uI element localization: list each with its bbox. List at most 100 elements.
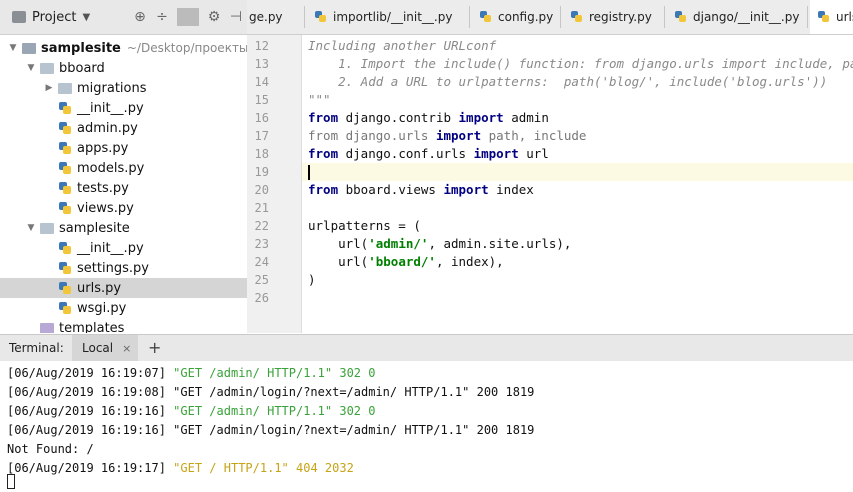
editor-tab[interactable]: django/__init__.py <box>667 0 808 34</box>
python-file-icon <box>58 281 72 295</box>
code-line[interactable]: urlpatterns = ( <box>308 217 421 235</box>
editor-tab-label: django/__init__.py <box>693 10 800 24</box>
chevron-down-icon[interactable]: ▼ <box>82 12 90 23</box>
code-token: bboard.views <box>338 182 444 197</box>
tree-item[interactable]: __init__.py <box>0 98 247 118</box>
add-terminal-icon[interactable]: + <box>148 338 161 357</box>
editor-tab[interactable]: ge.py <box>247 0 305 34</box>
terminal-text: "GET /admin/ HTTP/1.1" 302 0 <box>173 404 376 418</box>
tree-item[interactable]: ▶ migrations <box>0 78 247 98</box>
close-icon[interactable]: × <box>122 342 131 355</box>
code-line[interactable]: Including another URLconf <box>308 37 496 55</box>
python-file-icon <box>58 121 72 135</box>
text-caret <box>308 165 310 180</box>
tab-divider <box>560 6 561 28</box>
tab-divider <box>304 6 305 28</box>
python-logo-yellow <box>319 15 326 22</box>
terminal-line: [06/Aug/2019 16:19:07] "GET /admin/ HTTP… <box>7 366 375 380</box>
python-logo-yellow <box>63 286 71 294</box>
tree-item[interactable]: urls.py <box>0 278 247 298</box>
code-token: from <box>308 110 339 125</box>
editor-tab-label: urls <box>836 10 853 24</box>
code-line[interactable]: 2. Add a URL to urlpatterns: path('blog/… <box>308 73 827 91</box>
project-panel: Project ▼ ⊕ ÷ ⚙ ⊣ ▼ samplesite ~/Desktop/п… <box>0 0 248 333</box>
terminal-text: "GET / HTTP/1.1" 404 2032 <box>173 461 354 475</box>
terminal-line: [06/Aug/2019 16:19:17] "GET / HTTP/1.1" … <box>7 461 354 475</box>
tree-item[interactable]: views.py <box>0 198 247 218</box>
code-line[interactable]: from django.contrib import admin <box>308 109 549 127</box>
tree-item-label: views.py <box>77 200 134 216</box>
code-token: admin <box>503 110 549 125</box>
code-line[interactable]: ) <box>308 271 316 289</box>
code-line[interactable]: url('admin/', admin.site.urls), <box>308 235 571 253</box>
tree-item-label: migrations <box>77 80 147 96</box>
code-token: url( <box>308 236 369 251</box>
editor-tab[interactable]: registry.py <box>563 0 665 34</box>
minimize-icon[interactable]: ⊣ <box>225 9 247 25</box>
terminal-text: "GET /admin/ HTTP/1.1" 302 0 <box>173 366 376 380</box>
tree-item[interactable]: wsgi.py <box>0 298 247 318</box>
code-line[interactable]: from django.urls import path, include <box>308 127 586 145</box>
tree-item[interactable]: settings.py <box>0 258 247 278</box>
tree-item-label: apps.py <box>77 140 129 156</box>
project-panel-title[interactable]: Project <box>32 10 76 25</box>
code-line[interactable]: """ <box>308 91 331 109</box>
code-editor[interactable]: Including another URLconf 1. Import the … <box>302 35 853 333</box>
tree-item[interactable]: apps.py <box>0 138 247 158</box>
code-token: index <box>488 182 534 197</box>
line-number: 13 <box>254 57 269 71</box>
tab-local[interactable]: Local × <box>72 335 138 361</box>
code-token: import <box>443 182 489 197</box>
code-token: django.conf.urls <box>338 146 474 161</box>
tab-local-label: Local <box>82 341 114 355</box>
terminal-text: [06/Aug/2019 16:19:08] "GET /admin/login… <box>7 385 535 399</box>
python-file-icon <box>675 11 687 23</box>
code-line[interactable] <box>302 163 853 181</box>
code-line[interactable]: from bboard.views import index <box>308 181 534 199</box>
terminal-text: Not Found: / <box>7 442 94 456</box>
tab-divider <box>469 6 470 28</box>
tree-item[interactable]: ▼ bboard <box>0 58 247 78</box>
expand-arrow-icon[interactable]: ▼ <box>26 223 36 233</box>
tree-item[interactable]: templates <box>0 318 247 333</box>
python-file-icon <box>818 11 830 23</box>
python-file-icon <box>58 301 72 315</box>
python-logo-yellow <box>484 15 491 22</box>
terminal-output[interactable]: [06/Aug/2019 16:19:07] "GET /admin/ HTTP… <box>0 361 853 492</box>
locate-icon[interactable]: ⊕ <box>129 9 151 25</box>
expand-arrow-icon[interactable]: ▼ <box>8 43 18 53</box>
code-token: ) <box>308 272 316 287</box>
python-file-icon <box>58 181 72 195</box>
code-token: 2. Add a URL to urlpatterns: path('blog/… <box>308 74 828 89</box>
code-line[interactable]: url('bboard/', index), <box>308 253 504 271</box>
tree-item-label: __init__.py <box>77 240 144 256</box>
folder-icon <box>40 62 54 74</box>
editor-tab[interactable]: importlib/__init__.py <box>307 0 470 34</box>
tree-item[interactable]: ▼ samplesite ~/Desktop/проекты/ <box>0 38 247 58</box>
tree-item[interactable]: admin.py <box>0 118 247 138</box>
line-number: 26 <box>254 291 269 305</box>
gear-icon[interactable]: ⚙ <box>203 9 225 25</box>
line-number: 14 <box>254 75 269 89</box>
tree-item[interactable]: models.py <box>0 158 247 178</box>
code-line[interactable]: from django.conf.urls import url <box>308 145 549 163</box>
python-file-icon <box>58 101 72 115</box>
folder-icon <box>40 222 54 234</box>
editor-tabs: ge.py importlib/__init__.py config.py regis… <box>247 0 853 35</box>
tree-item[interactable]: ▼ samplesite <box>0 218 247 238</box>
collapse-arrow-icon[interactable]: ▶ <box>44 83 54 93</box>
code-token: from <box>308 146 339 161</box>
line-number: 17 <box>254 129 269 143</box>
tree-item[interactable]: __init__.py <box>0 238 247 258</box>
tree-item-label: wsgi.py <box>77 300 127 316</box>
tree-item-label: urls.py <box>77 280 122 296</box>
python-logo-yellow <box>63 166 71 174</box>
editor-tab-label: config.py <box>498 10 554 24</box>
terminal-label: Terminal: <box>9 341 64 355</box>
collapse-icon[interactable]: ÷ <box>151 9 173 25</box>
editor-tab[interactable]: config.py <box>472 0 561 34</box>
code-line[interactable]: 1. Import the include() function: from d… <box>308 55 853 73</box>
tree-item[interactable]: tests.py <box>0 178 247 198</box>
expand-arrow-icon[interactable]: ▼ <box>26 63 36 73</box>
editor-tab[interactable]: urls <box>810 0 853 34</box>
